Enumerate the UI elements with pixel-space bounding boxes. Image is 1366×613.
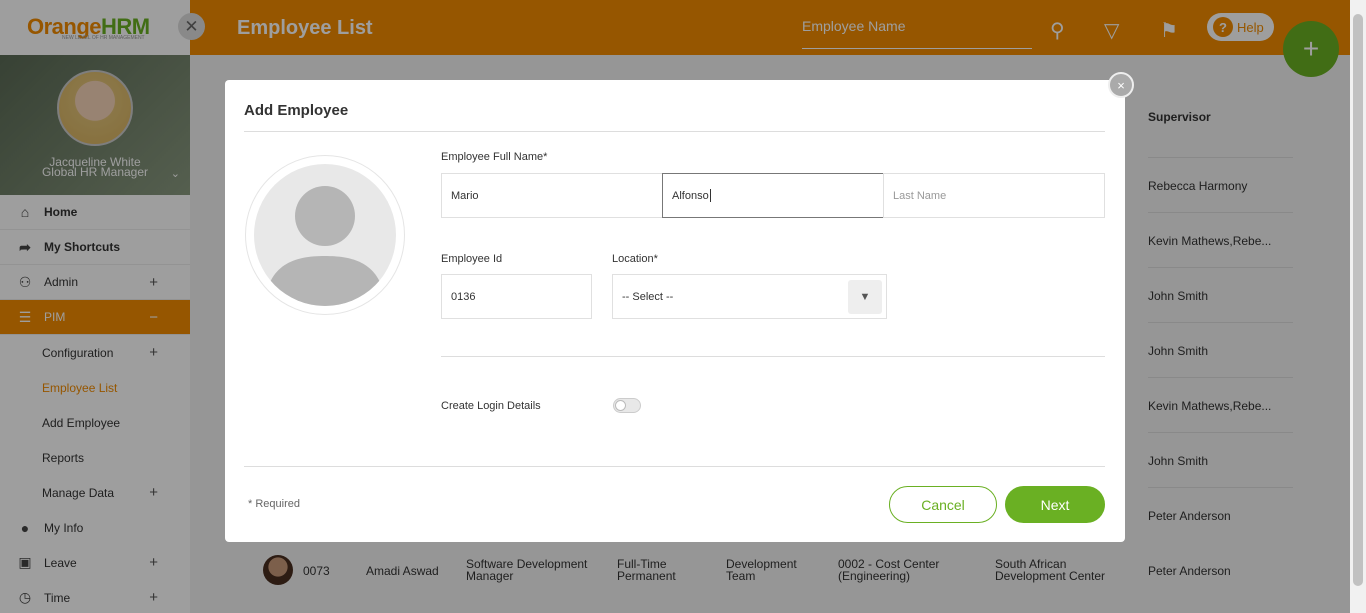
add-employee-modal: × Add Employee Employee Full Name* Mario…: [225, 72, 1134, 542]
create-login-label: Create Login Details: [441, 400, 541, 412]
location-select-value: -- Select --: [622, 290, 674, 303]
last-name-input[interactable]: Last Name: [883, 173, 1105, 218]
dropdown-arrow-icon[interactable]: ▼: [848, 280, 882, 314]
toggle-knob: [615, 400, 626, 411]
location-select[interactable]: -- Select -- ▼: [612, 274, 887, 319]
next-button[interactable]: Next: [1005, 486, 1105, 523]
location-label: Location*: [612, 253, 658, 265]
employee-id-input[interactable]: 0136: [441, 274, 592, 319]
required-note: * Required: [248, 498, 300, 510]
cancel-button[interactable]: Cancel: [889, 486, 997, 523]
first-name-input[interactable]: Mario: [441, 173, 663, 218]
scrollbar-thumb[interactable]: [1353, 14, 1363, 586]
close-icon[interactable]: ×: [1108, 72, 1134, 98]
text-caret: [709, 189, 711, 202]
page-scrollbar[interactable]: [1350, 0, 1366, 613]
divider: [244, 466, 1105, 467]
middle-name-input[interactable]: Alfonso: [662, 173, 884, 218]
full-name-label: Employee Full Name*: [441, 151, 548, 163]
create-login-toggle[interactable]: [613, 398, 641, 413]
middle-name-value: Alfonso: [672, 189, 709, 202]
divider: [441, 356, 1105, 357]
employee-photo-upload[interactable]: [245, 155, 405, 315]
person-silhouette-icon: [254, 164, 396, 306]
modal-title: Add Employee: [244, 102, 349, 119]
employee-id-label: Employee Id: [441, 253, 503, 265]
divider: [244, 131, 1105, 132]
